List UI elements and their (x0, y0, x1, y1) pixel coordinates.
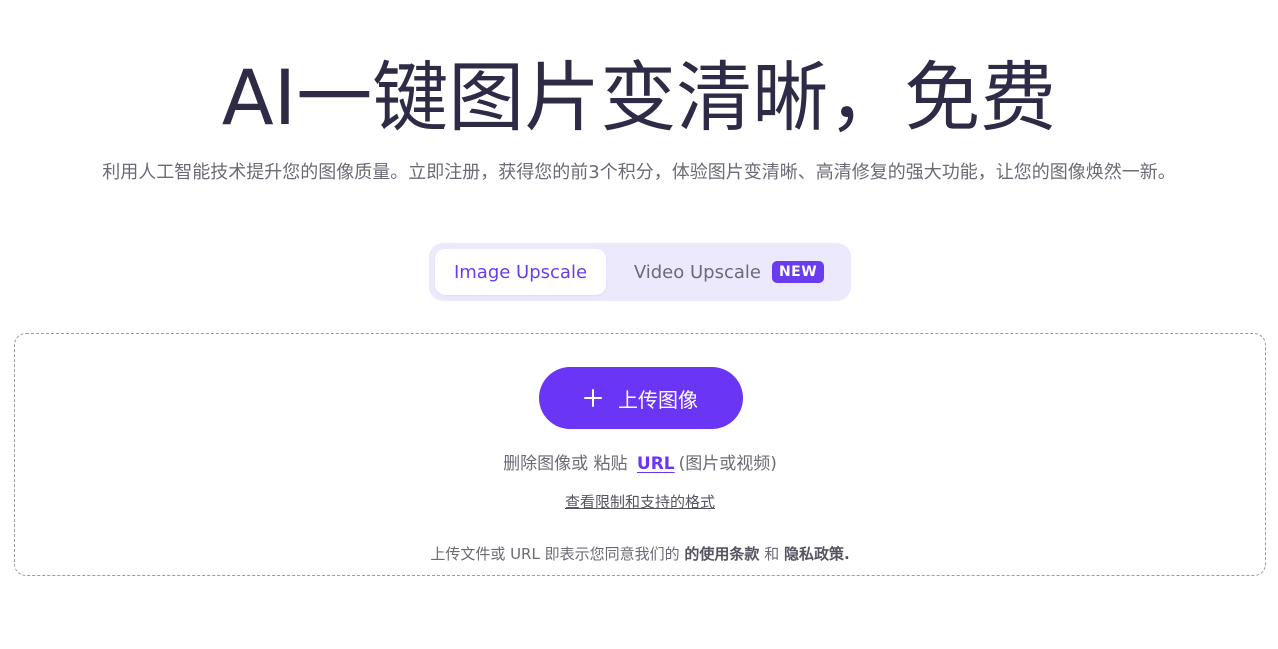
page-subtitle: 利用人工智能技术提升您的图像质量。立即注册，获得您的前3个积分，体验图片变清晰、… (102, 162, 1176, 183)
terms-of-use-link[interactable]: 的使用条款 (684, 545, 759, 563)
upload-image-button[interactable]: 上传图像 (539, 367, 743, 429)
new-badge: NEW (771, 261, 825, 283)
paste-prefix-text: 删除图像或 粘贴 (503, 454, 628, 474)
upload-image-button-label: 上传图像 (618, 387, 698, 412)
paste-url-link[interactable]: URL (637, 454, 675, 474)
paste-suffix-text: (图片或视频) (678, 454, 777, 474)
tab-image-upscale[interactable]: Image Upscale (435, 249, 606, 295)
tab-image-upscale-label: Image Upscale (453, 261, 588, 283)
terms-and-text: 和 (764, 545, 780, 563)
terms-notice: 上传文件或 URL 即表示您同意我们的 的使用条款 和 隐私政策. (15, 543, 1265, 565)
tab-video-upscale-label: Video Upscale (633, 261, 761, 283)
upload-drop-zone[interactable]: 上传图像 删除图像或 粘贴 URL (图片或视频) 查看限制和支持的格式 上传文件… (14, 333, 1266, 576)
paste-url-hint: 删除图像或 粘贴 URL (图片或视频) (15, 451, 1265, 477)
limits-formats-row: 查看限制和支持的格式 (15, 491, 1265, 513)
limits-formats-link[interactable]: 查看限制和支持的格式 (565, 493, 715, 511)
upscale-mode-tabs: Image Upscale Video Upscale NEW (429, 243, 851, 301)
plus-icon (584, 389, 602, 407)
page: AI一键图片变清晰，免费 利用人工智能技术提升您的图像质量。立即注册，获得您的前… (0, 0, 1278, 649)
privacy-policy-link[interactable]: 隐私政策. (784, 545, 850, 563)
terms-prefix-text: 上传文件或 URL 即表示您同意我们的 (430, 545, 680, 563)
page-title: AI一键图片变清晰，免费 (221, 53, 1057, 142)
tab-video-upscale[interactable]: Video Upscale NEW (614, 249, 844, 295)
